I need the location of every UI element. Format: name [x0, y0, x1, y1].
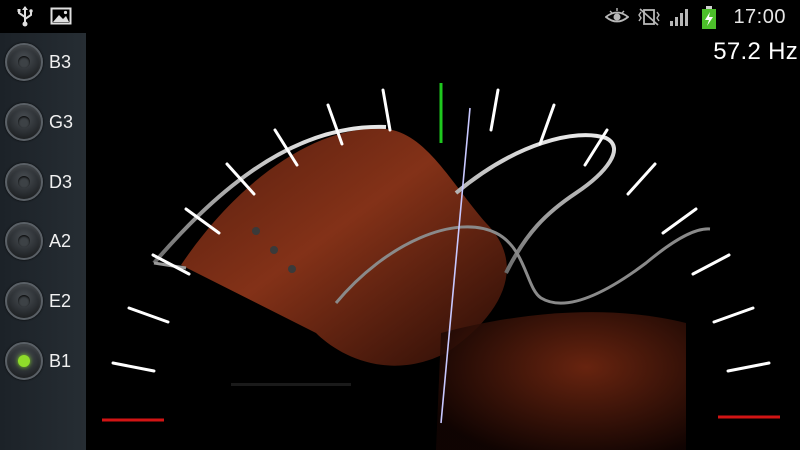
tick-mark — [661, 207, 698, 235]
tick-mark — [489, 88, 500, 132]
gauge-canvas — [102, 83, 780, 450]
string-indicator — [5, 282, 43, 320]
indicator-dot — [18, 116, 30, 128]
string-label: E2 — [49, 290, 72, 311]
tick-mark — [691, 253, 731, 276]
tick-mark — [225, 162, 256, 196]
image-icon — [50, 5, 72, 27]
string-selector: B3 G3 D3 A2 E2 B1 — [0, 33, 86, 450]
tick-mark — [626, 162, 657, 196]
string-button-b3[interactable]: B3 — [5, 42, 83, 82]
string-indicator — [5, 163, 43, 201]
string-indicator — [5, 43, 43, 81]
usb-icon — [14, 5, 36, 27]
string-label: B3 — [49, 51, 72, 72]
tick-mark — [712, 306, 755, 324]
string-label: G3 — [49, 111, 74, 132]
string-button-d3[interactable]: D3 — [5, 162, 83, 202]
tick-mark — [111, 361, 156, 373]
status-time: 17:00 — [733, 5, 786, 28]
signal-icon — [669, 6, 691, 28]
tick-mark — [381, 88, 392, 132]
string-label: A2 — [49, 230, 72, 251]
string-button-b1[interactable]: B1 — [5, 341, 83, 381]
string-indicator — [5, 222, 43, 260]
string-indicator — [5, 342, 43, 380]
indicator-dot — [18, 56, 30, 68]
string-label: D3 — [49, 171, 73, 192]
string-label: B1 — [49, 350, 72, 371]
tuner-gauge: 57.2 Hz — [86, 33, 800, 450]
vibrate-icon — [637, 6, 661, 28]
indicator-dot — [18, 176, 30, 188]
tick-mark — [127, 306, 170, 324]
string-button-a2[interactable]: A2 — [5, 221, 83, 261]
frequency-readout: 57.2 Hz — [713, 38, 798, 65]
indicator-dot — [18, 235, 30, 247]
string-button-e2[interactable]: E2 — [5, 281, 83, 321]
battery-icon — [701, 6, 723, 29]
status-bar: 17:00 — [0, 0, 800, 33]
indicator-dot — [18, 295, 30, 307]
eye-icon — [605, 6, 630, 28]
string-button-g3[interactable]: G3 — [5, 102, 83, 142]
indicator-dot-active — [18, 355, 30, 367]
tick-mark — [726, 361, 771, 373]
string-indicator — [5, 103, 43, 141]
